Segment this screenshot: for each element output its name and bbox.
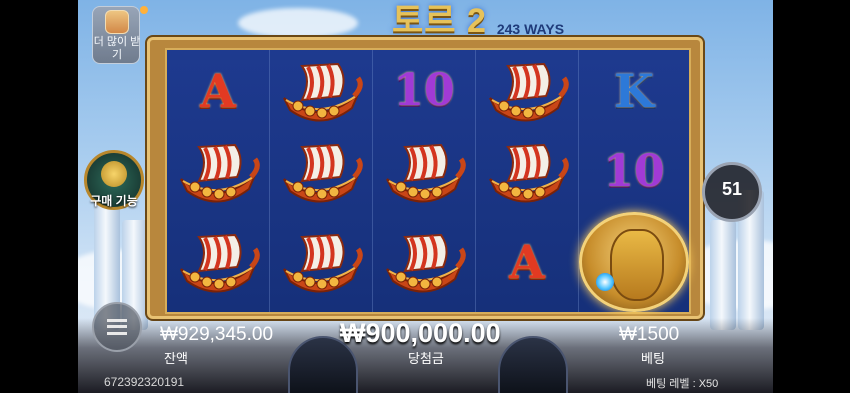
title-main: 토르 2 — [391, 2, 487, 40]
ship-symbol-icon — [386, 143, 466, 202]
arch-decoration — [498, 336, 568, 393]
game-id: 672392320191 — [104, 375, 185, 389]
menu-icon — [107, 319, 127, 335]
autospin-button[interactable]: 51 — [702, 162, 762, 232]
win-value: ₩900,000.00 — [340, 318, 501, 348]
ship-symbol-icon — [283, 233, 363, 293]
ship-symbol-icon — [283, 143, 363, 202]
symbol-a: A — [509, 235, 545, 289]
symbol-10: 10 — [603, 146, 665, 197]
pillar — [710, 220, 736, 330]
gift-icon — [105, 10, 129, 34]
reel-cell: 10 — [373, 50, 476, 131]
reel-cell — [579, 212, 689, 312]
reel-cell: A — [476, 212, 579, 312]
reel-cell: 10 — [579, 131, 689, 212]
reel-cell — [270, 131, 373, 212]
reel-cell — [476, 50, 579, 131]
bet-level: 베팅 레벨 : X50 — [646, 378, 719, 390]
menu-button[interactable] — [92, 302, 142, 352]
reel-cell — [167, 212, 270, 312]
gem-icon — [596, 273, 614, 291]
reel-frame: A 10 K 10 A — [147, 37, 703, 319]
buy-feature-label: 구매 기능 — [90, 194, 138, 208]
tree-icon — [101, 161, 127, 187]
game-title: 토르 2 243 WAYS — [368, 2, 588, 42]
notification-dot — [140, 6, 148, 14]
reel-cell: A — [167, 50, 270, 131]
balance-value: ₩929,345.00 — [160, 324, 274, 345]
reel-cell — [373, 212, 476, 312]
ship-symbol-icon — [386, 233, 466, 293]
more-rewards-label: 더 많이 받기 — [93, 36, 141, 61]
ship-symbol-icon — [489, 62, 569, 121]
ship-symbol-icon — [283, 62, 363, 121]
ship-symbol-icon — [180, 143, 260, 202]
helmet-icon — [610, 229, 664, 301]
spins-remaining: 51 — [721, 179, 743, 199]
wild-thor-symbol-icon — [579, 212, 689, 312]
reel-cell: K — [579, 50, 689, 131]
symbol-k: K — [614, 63, 654, 118]
balance-label: 잔액 — [164, 351, 188, 366]
symbol-a: A — [200, 63, 236, 118]
reel-grid: A 10 K 10 A — [165, 48, 691, 314]
symbol-10: 10 — [393, 65, 455, 116]
cloud — [238, 8, 358, 38]
more-rewards-button[interactable]: 더 많이 받기 — [92, 6, 140, 64]
ship-symbol-icon — [489, 143, 569, 202]
reel-cell — [476, 131, 579, 212]
reel-cell — [373, 131, 476, 212]
win-label: 당첨금 — [408, 351, 444, 366]
reel-cell — [270, 50, 373, 131]
game-screen: 토르 2 243 WAYS A 10 K 10 A ₩929,345.00 잔액… — [78, 0, 773, 393]
bet-value[interactable]: ₩1500 — [619, 324, 679, 346]
ship-symbol-icon — [180, 233, 260, 293]
bet-label: 베팅 — [641, 351, 665, 366]
reel-cell — [270, 212, 373, 312]
reel-cell — [167, 131, 270, 212]
